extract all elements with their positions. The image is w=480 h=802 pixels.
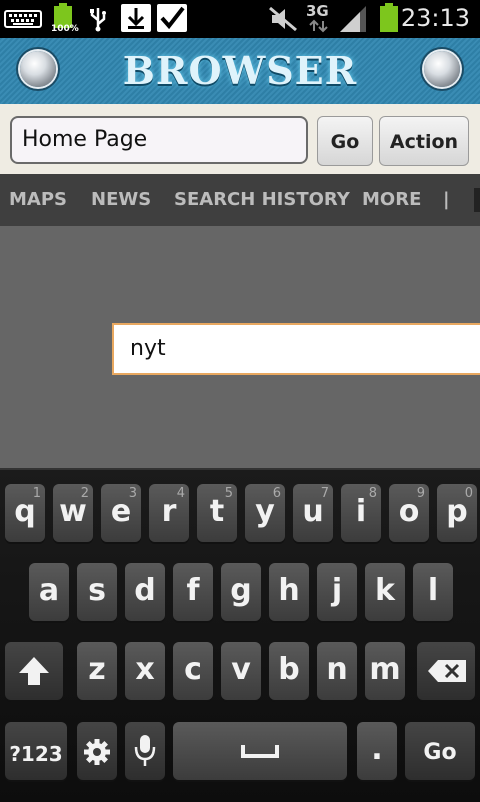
key-z[interactable]: z [77, 642, 117, 700]
key-t[interactable]: 5t [197, 484, 237, 542]
backspace-key[interactable] [417, 642, 475, 700]
nav-bar: MAPS NEWS SEARCH HISTORY MORE | [0, 174, 480, 226]
settings-key[interactable] [77, 722, 117, 780]
key-m[interactable]: m [365, 642, 405, 700]
key-b[interactable]: b [269, 642, 309, 700]
key-v[interactable]: v [221, 642, 261, 700]
keyboard-notification-icon [4, 10, 42, 28]
nav-overflow-edge [474, 188, 480, 212]
key-f[interactable]: f [173, 563, 213, 621]
key-c[interactable]: c [173, 642, 213, 700]
key-s[interactable]: s [77, 563, 117, 621]
battery-percent-label: 100% [51, 24, 79, 34]
symbols-key[interactable]: ?123 [5, 722, 67, 780]
app-header: BROWSER [0, 38, 480, 106]
settings-gear-icon [84, 739, 110, 765]
key-o[interactable]: 9o [389, 484, 429, 542]
keyboard-go-key[interactable]: Go [405, 722, 475, 780]
key-q[interactable]: 1q [5, 484, 45, 542]
backspace-icon [428, 660, 466, 682]
key-j[interactable]: j [317, 563, 357, 621]
download-icon [121, 4, 151, 32]
key-h[interactable]: h [269, 563, 309, 621]
key-r[interactable]: 4r [149, 484, 189, 542]
nav-item-maps[interactable]: MAPS [9, 174, 67, 226]
address-input[interactable]: Home Page [10, 116, 308, 164]
shift-icon [19, 657, 49, 685]
action-button[interactable]: Action [379, 116, 469, 166]
nav-item-more[interactable]: MORE [362, 174, 421, 226]
right-knob-button[interactable] [424, 51, 460, 87]
checkmark-icon [157, 4, 187, 32]
key-g[interactable]: g [221, 563, 261, 621]
key-l[interactable]: l [413, 563, 453, 621]
key-e[interactable]: 3e [101, 484, 141, 542]
nav-item-search-history[interactable]: SEARCH HISTORY [174, 174, 350, 226]
microphone-icon [134, 735, 156, 766]
key-x[interactable]: x [125, 642, 165, 700]
url-bar: Home Page Go Action [0, 104, 480, 174]
go-button[interactable]: Go [317, 116, 373, 166]
mute-icon [269, 6, 297, 32]
key-i[interactable]: 8i [341, 484, 381, 542]
key-k[interactable]: k [365, 563, 405, 621]
search-input[interactable]: nyt [112, 323, 480, 375]
data-arrows-icon [309, 19, 328, 33]
key-n[interactable]: n [317, 642, 357, 700]
battery-icon [380, 3, 398, 32]
usb-icon [90, 8, 106, 32]
voice-input-key[interactable] [125, 722, 165, 780]
key-y[interactable]: 6y [245, 484, 285, 542]
space-bar-icon [241, 745, 279, 758]
key-w[interactable]: 2w [53, 484, 93, 542]
signal-strength-icon [340, 6, 366, 32]
app-title: BROWSER [122, 48, 358, 93]
key-d[interactable]: d [125, 563, 165, 621]
key-a[interactable]: a [29, 563, 69, 621]
shift-key[interactable] [5, 642, 63, 700]
period-key[interactable]: . [357, 722, 397, 780]
space-key[interactable] [173, 722, 347, 780]
status-bar: 100% 3G 23:13 [0, 0, 480, 38]
key-p[interactable]: 0p [437, 484, 477, 542]
network-type-label: 3G [306, 2, 329, 20]
nav-separator: | [443, 189, 450, 210]
clock: 23:13 [400, 4, 470, 32]
key-u[interactable]: 7u [293, 484, 333, 542]
nav-item-news[interactable]: NEWS [91, 174, 151, 226]
